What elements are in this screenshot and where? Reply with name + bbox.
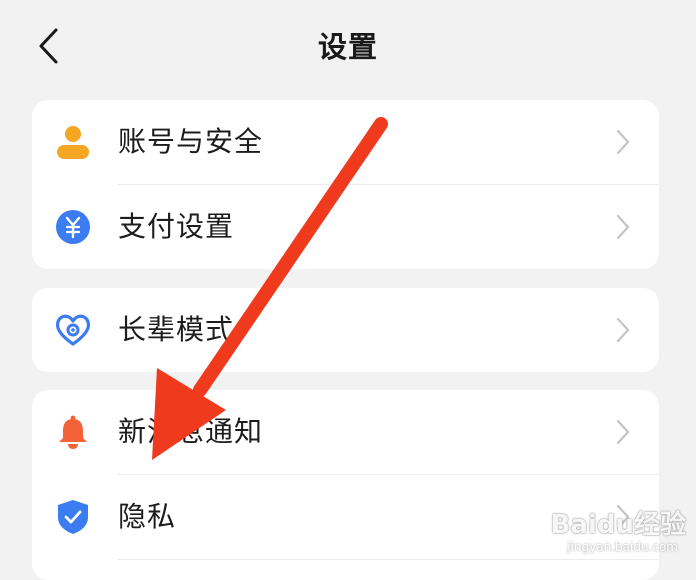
settings-item-label: 支付设置	[118, 210, 235, 243]
settings-group-account: 账号与安全 支付设置	[32, 100, 659, 269]
settings-item-notifications[interactable]: 新消息通知	[32, 390, 659, 474]
page-title: 设置	[317, 30, 378, 64]
elder-heart-icon	[55, 314, 91, 346]
divider	[118, 559, 659, 560]
chevron-right-icon	[616, 214, 630, 240]
settings-group-notify-privacy: 新消息通知 隐私	[32, 390, 659, 580]
settings-item-elder-mode[interactable]: 长辈模式	[32, 288, 659, 372]
settings-item-payment[interactable]: 支付设置	[32, 185, 659, 269]
settings-item-label: 账号与安全	[118, 125, 264, 158]
settings-item-label: 长辈模式	[118, 313, 235, 346]
yuan-payment-icon	[56, 210, 90, 244]
top-bar: 设置	[0, 0, 696, 92]
account-person-icon	[57, 126, 89, 159]
shield-check-icon	[58, 500, 88, 534]
chevron-right-icon	[616, 504, 630, 530]
settings-group-elder: 长辈模式	[32, 288, 659, 372]
chevron-right-icon	[616, 419, 630, 445]
bell-icon	[59, 415, 87, 449]
settings-item-privacy[interactable]: 隐私	[32, 475, 659, 559]
settings-item-label: 新消息通知	[118, 415, 264, 448]
settings-item-label: 隐私	[118, 500, 177, 533]
chevron-right-icon	[616, 129, 630, 155]
settings-item-account-security[interactable]: 账号与安全	[32, 100, 659, 184]
chevron-right-icon	[616, 317, 630, 343]
